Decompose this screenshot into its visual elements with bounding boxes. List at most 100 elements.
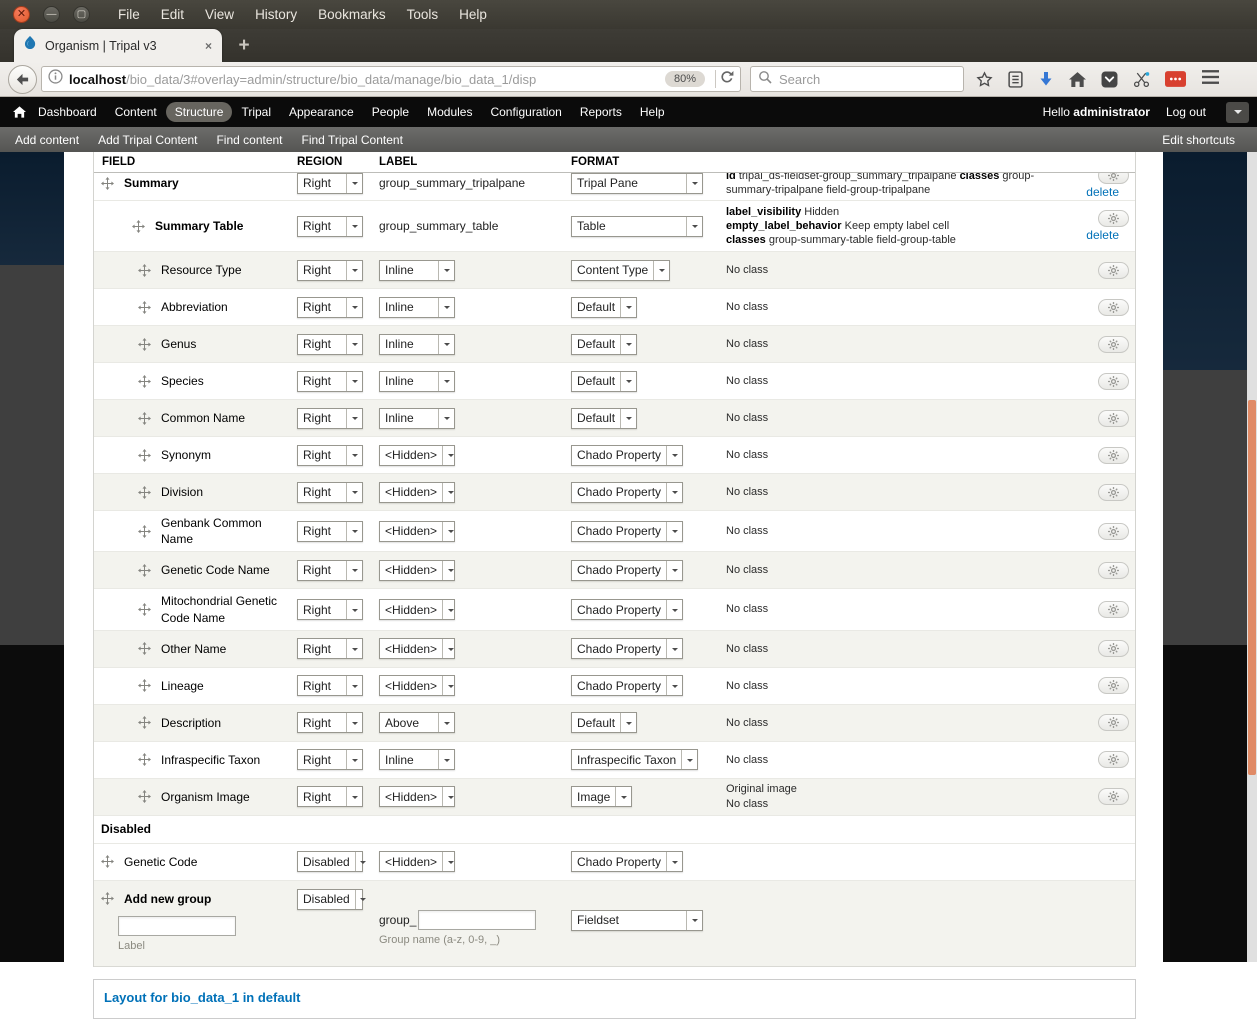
close-icon[interactable]: ✕ (13, 6, 30, 23)
menu-history[interactable]: History (255, 7, 297, 22)
label-select[interactable]: <Hidden> (379, 560, 455, 581)
toolbar-toggle-button[interactable] (1226, 102, 1249, 123)
region-select[interactable]: Right (297, 599, 363, 620)
label-select[interactable]: <Hidden> (379, 675, 455, 696)
hamburger-menu-icon[interactable] (1202, 70, 1219, 89)
search-input[interactable]: Search (750, 66, 964, 92)
settings-gear-button[interactable] (1098, 173, 1129, 184)
region-select[interactable]: Right (297, 749, 363, 770)
drag-handle-icon[interactable] (138, 338, 151, 351)
logout-link[interactable]: Log out (1166, 105, 1206, 119)
format-select[interactable]: Chado Property (571, 599, 683, 620)
shortcut-find-tripal-content[interactable]: Find Tripal Content (302, 133, 403, 147)
reload-icon[interactable] (720, 70, 734, 89)
delete-link[interactable]: delete (1086, 228, 1119, 242)
label-select[interactable]: Inline (379, 334, 455, 355)
format-select[interactable]: Default (571, 408, 637, 429)
scrollbar-thumb[interactable] (1248, 400, 1256, 775)
drag-handle-icon[interactable] (138, 603, 151, 616)
settings-gear-button[interactable] (1098, 714, 1129, 731)
drag-handle-icon[interactable] (138, 449, 151, 462)
label-select[interactable]: Above (379, 712, 455, 733)
format-select[interactable]: Chado Property (571, 445, 683, 466)
format-select[interactable]: Fieldset (571, 910, 703, 931)
region-select[interactable]: Right (297, 408, 363, 429)
drag-handle-icon[interactable] (138, 753, 151, 766)
format-select[interactable]: Image (571, 786, 632, 807)
format-select[interactable]: Default (571, 334, 637, 355)
label-select[interactable]: Inline (379, 297, 455, 318)
region-select[interactable]: Disabled (297, 851, 363, 872)
label-select[interactable]: <Hidden> (379, 521, 455, 542)
label-select[interactable]: <Hidden> (379, 482, 455, 503)
pocket-icon[interactable] (1101, 71, 1118, 88)
settings-gear-button[interactable] (1098, 373, 1129, 390)
drag-handle-icon[interactable] (138, 679, 151, 692)
zoom-level-badge[interactable]: 80% (665, 71, 705, 87)
group-label-input[interactable] (118, 916, 236, 936)
menu-view[interactable]: View (205, 7, 234, 22)
drag-handle-icon[interactable] (138, 525, 151, 538)
region-select[interactable]: Right (297, 638, 363, 659)
drag-handle-icon[interactable] (138, 301, 151, 314)
region-select[interactable]: Right (297, 297, 363, 318)
label-select[interactable]: <Hidden> (379, 851, 455, 872)
drag-handle-icon[interactable] (138, 716, 151, 729)
admin-item-content[interactable]: Content (106, 102, 166, 122)
settings-gear-button[interactable] (1098, 262, 1129, 279)
format-select[interactable]: Chado Property (571, 675, 683, 696)
settings-gear-button[interactable] (1098, 601, 1129, 618)
screenshot-icon[interactable] (1133, 71, 1150, 88)
label-select[interactable]: <Hidden> (379, 445, 455, 466)
group-name-input[interactable] (418, 910, 536, 930)
format-select[interactable]: Chado Property (571, 638, 683, 659)
settings-gear-button[interactable] (1098, 336, 1129, 353)
label-select[interactable]: Inline (379, 371, 455, 392)
shortcut-find-content[interactable]: Find content (216, 133, 282, 147)
admin-item-help[interactable]: Help (631, 102, 674, 122)
settings-gear-button[interactable] (1098, 410, 1129, 427)
menu-help[interactable]: Help (459, 7, 487, 22)
format-select[interactable]: Chado Property (571, 851, 683, 872)
format-select[interactable]: Infraspecific Taxon (571, 749, 698, 770)
region-select[interactable]: Disabled (297, 889, 363, 910)
layout-link[interactable]: Layout for bio_data_1 in default (104, 990, 300, 1005)
admin-item-modules[interactable]: Modules (418, 102, 481, 122)
menu-edit[interactable]: Edit (161, 7, 184, 22)
format-select[interactable]: Chado Property (571, 560, 683, 581)
home-icon[interactable] (13, 106, 26, 118)
admin-item-tripal[interactable]: Tripal (232, 102, 280, 122)
site-info-icon[interactable] (48, 69, 63, 89)
shortcut-add-content[interactable]: Add content (15, 133, 79, 147)
drag-handle-icon[interactable] (101, 177, 114, 190)
label-select[interactable]: <Hidden> (379, 786, 455, 807)
menu-bookmarks[interactable]: Bookmarks (318, 7, 386, 22)
drag-handle-icon[interactable] (138, 642, 151, 655)
label-select[interactable]: <Hidden> (379, 599, 455, 620)
shortcut-add-tripal-content[interactable]: Add Tripal Content (98, 133, 197, 147)
region-select[interactable]: Right (297, 560, 363, 581)
region-select[interactable]: Right (297, 371, 363, 392)
back-button[interactable] (8, 65, 37, 94)
settings-gear-button[interactable] (1098, 751, 1129, 768)
region-select[interactable]: Right (297, 786, 363, 807)
tab-close-icon[interactable]: × (203, 39, 214, 53)
drag-handle-icon[interactable] (138, 486, 151, 499)
admin-item-people[interactable]: People (363, 102, 418, 122)
drag-handle-icon[interactable] (138, 264, 151, 277)
overlay-scrollbar[interactable] (1247, 152, 1257, 962)
downloads-icon[interactable] (1038, 71, 1054, 87)
region-select[interactable]: Right (297, 216, 363, 237)
format-select[interactable]: Chado Property (571, 482, 683, 503)
format-select[interactable]: Table (571, 216, 703, 237)
settings-gear-button[interactable] (1098, 210, 1129, 227)
admin-item-structure[interactable]: Structure (166, 102, 233, 122)
bookmark-star-icon[interactable] (976, 71, 993, 88)
drag-handle-icon[interactable] (138, 564, 151, 577)
admin-item-appearance[interactable]: Appearance (280, 102, 363, 122)
format-select[interactable]: Default (571, 712, 637, 733)
drag-handle-icon[interactable] (138, 790, 151, 803)
region-select[interactable]: Right (297, 521, 363, 542)
format-select[interactable]: Content Type (571, 260, 670, 281)
label-select[interactable]: Inline (379, 260, 455, 281)
